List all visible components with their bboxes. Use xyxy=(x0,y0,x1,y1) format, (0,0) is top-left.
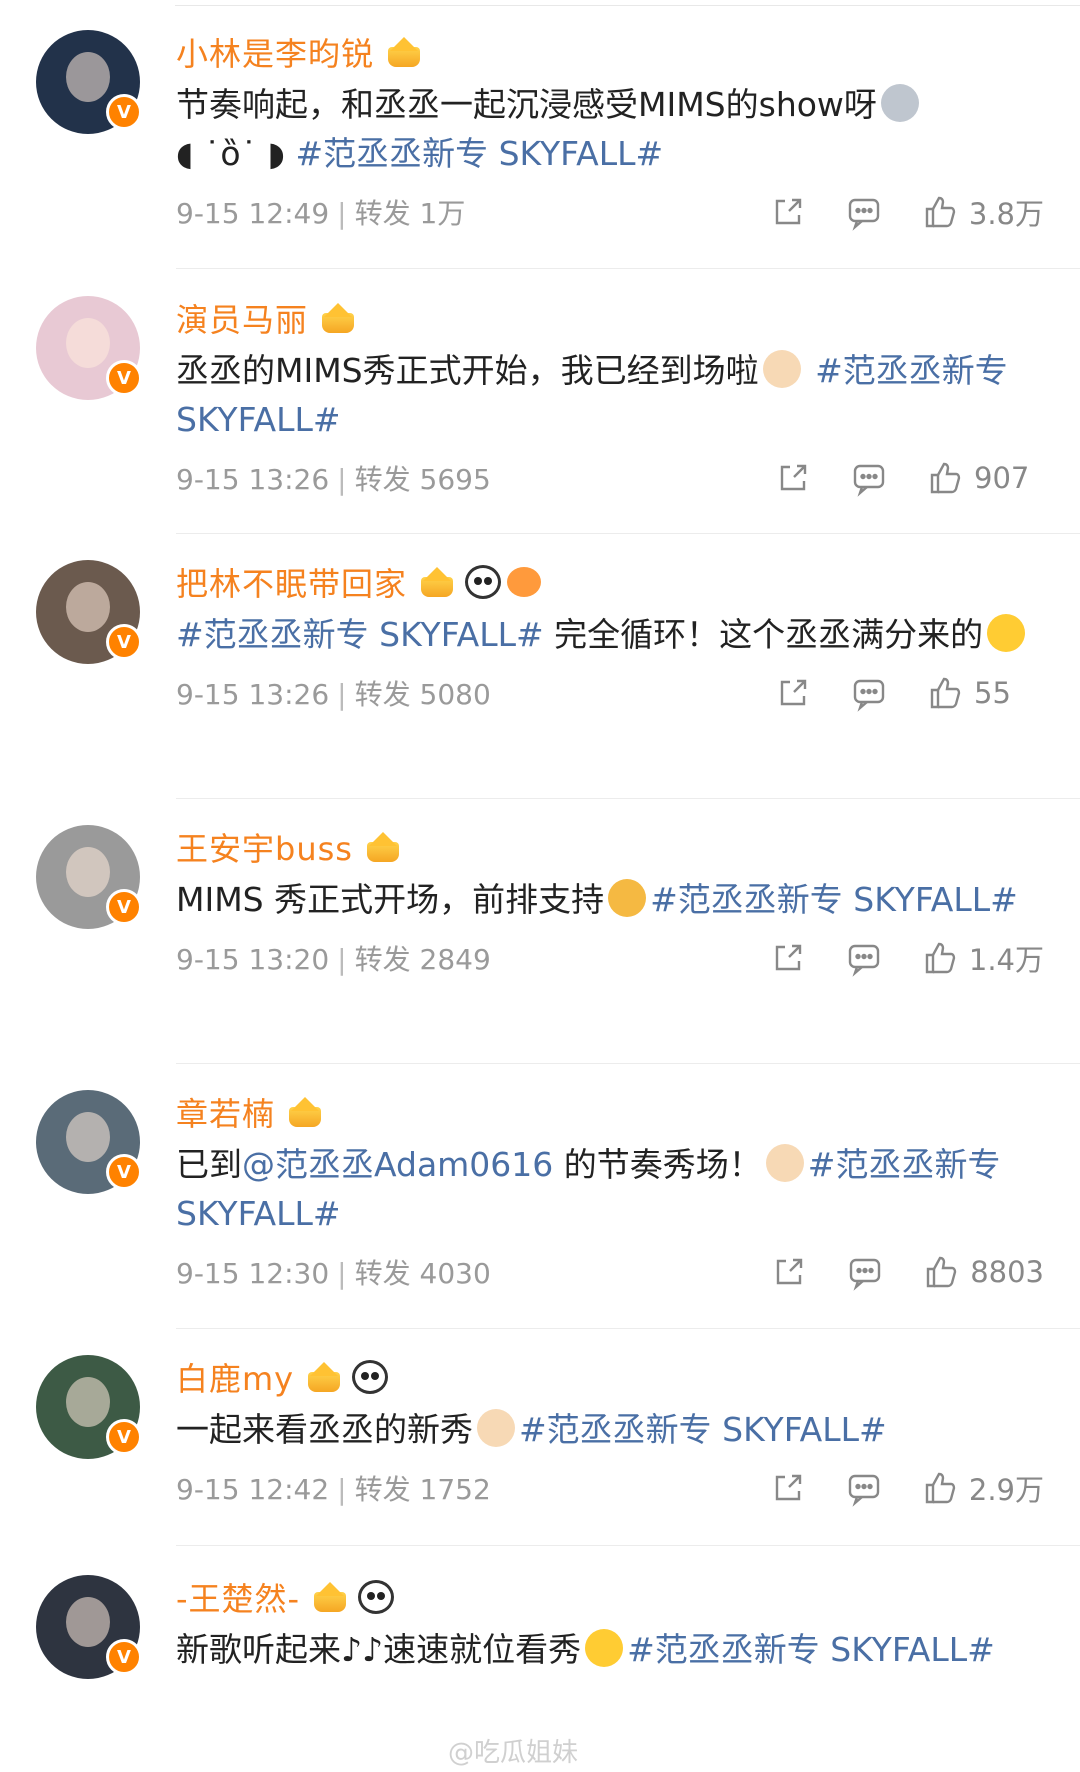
crown-icon xyxy=(304,1360,344,1394)
sunglasses-face-icon xyxy=(987,614,1026,652)
like-icon[interactable] xyxy=(921,193,959,231)
comment-icon[interactable] xyxy=(850,459,888,497)
verified-badge-icon: V xyxy=(106,1639,142,1675)
post-text: #范丞丞新专 SKYFALL# 完全循环！这个丞丞满分来的 xyxy=(176,610,1044,659)
post-card[interactable]: V 白鹿my 一起来看丞丞的新秀 #范丞丞新专 SKYFALL# 9-15 12:… xyxy=(0,1325,1080,1540)
crown-icon xyxy=(310,1580,350,1614)
post-card[interactable]: V 章若楠 已到@范丞丞Adam0616 的节奏秀场！ #范丞丞新专 SKYFAL… xyxy=(0,1060,1080,1325)
avatar[interactable]: V xyxy=(36,1575,142,1679)
post-text: 节奏响起，和丞丞一起沉浸感受MIMS的show呀 ◖ ˙ȍ˙ ◗ #范丞丞新专 … xyxy=(176,80,1044,178)
avatar[interactable]: V xyxy=(36,560,142,664)
verified-badge-icon: V xyxy=(106,889,142,925)
victory-hand-icon xyxy=(762,350,801,388)
post-meta: 9-15 12:30 | 转发 4030 xyxy=(176,1257,491,1290)
post-text: 一起来看丞丞的新秀 #范丞丞新专 SKYFALL# xyxy=(176,1409,887,1449)
hashtag-link[interactable]: #范丞丞新专 SKYFALL# xyxy=(627,1630,995,1669)
post-card[interactable]: V 把林不眠带回家 #范丞丞新专 SKYFALL# 完全循环！这个丞丞满分来的 … xyxy=(0,530,1080,795)
post-card[interactable]: V 王安宇buss MIMS 秀正式开场，前排支持 #范丞丞新专 SKYFALL#… xyxy=(0,795,1080,1060)
username[interactable]: 演员马丽 xyxy=(176,295,308,341)
comment-icon[interactable] xyxy=(845,193,883,231)
verified-badge-icon: V xyxy=(106,360,142,396)
watermark: @吃瓜姐妹 xyxy=(448,1738,579,1768)
like-icon[interactable] xyxy=(926,674,964,712)
like-icon[interactable] xyxy=(922,1253,960,1291)
post-meta: 9-15 12:42 | 转发 1752 xyxy=(176,1473,491,1506)
post-text: 丞丞的MIMS秀正式开始，我已经到场啦 #范丞丞新专 SKYFALL# xyxy=(176,350,1008,439)
username[interactable]: 王安宇buss xyxy=(176,824,353,870)
username[interactable]: 小林是李昀锐 xyxy=(176,29,374,75)
crown-icon xyxy=(417,565,457,599)
avatar[interactable]: V xyxy=(36,1355,142,1459)
like-count: 2.9万 xyxy=(968,1473,1044,1507)
share-icon[interactable] xyxy=(774,459,812,497)
post-meta: 9-15 13:26 | 转发 5695 xyxy=(176,463,491,496)
comment-icon[interactable] xyxy=(845,1469,883,1507)
share-icon[interactable] xyxy=(769,939,807,977)
verified-badge-icon: V xyxy=(106,1419,142,1455)
like-count: 1.4万 xyxy=(968,943,1044,977)
avatar[interactable]: V xyxy=(36,30,142,134)
rock-hand-icon xyxy=(477,1409,515,1447)
avatar[interactable]: V xyxy=(36,1090,142,1194)
like-icon[interactable] xyxy=(926,459,964,497)
panda-icon xyxy=(352,1360,389,1394)
username[interactable]: 把林不眠带回家 xyxy=(176,559,407,605)
hashtag-link[interactable]: #范丞丞新专 SKYFALL# xyxy=(295,134,663,173)
avatar[interactable]: V xyxy=(36,296,142,400)
share-icon[interactable] xyxy=(769,1469,807,1507)
victory-hand-icon xyxy=(765,1144,804,1182)
like-count: 8803 xyxy=(970,1255,1044,1289)
share-icon[interactable] xyxy=(774,674,812,712)
fist-icon xyxy=(608,879,647,917)
like-count: 3.8万 xyxy=(968,197,1044,231)
post-meta: 9-15 13:20 | 转发 2849 xyxy=(176,943,491,976)
comment-icon[interactable] xyxy=(850,674,888,712)
panda-icon xyxy=(465,565,502,599)
post-text: 新歌听起来♪♪速速就位看秀 #范丞丞新专 SKYFALL# xyxy=(176,1629,995,1669)
hashtag-link[interactable]: #范丞丞新专 SKYFALL# xyxy=(650,880,1018,919)
party-face-icon xyxy=(585,1629,624,1667)
panda-icon xyxy=(358,1580,395,1614)
post-text: 已到@范丞丞Adam0616 的节奏秀场！ #范丞丞新专 SKYFALL# xyxy=(176,1144,1001,1233)
verified-badge-icon: V xyxy=(106,94,142,130)
comment-icon[interactable] xyxy=(846,1253,884,1291)
share-icon[interactable] xyxy=(769,193,807,231)
crown-icon xyxy=(318,301,358,335)
post-meta: 9-15 12:49 | 转发 1万 xyxy=(176,197,466,230)
post-meta: 9-15 13:26 | 转发 5080 xyxy=(176,678,491,711)
crown-icon xyxy=(285,1095,325,1129)
like-icon[interactable] xyxy=(921,1469,959,1507)
verified-badge-icon: V xyxy=(106,624,142,660)
like-icon[interactable] xyxy=(921,939,959,977)
post-text: MIMS 秀正式开场，前排支持 #范丞丞新专 SKYFALL# xyxy=(176,879,1018,919)
comment-icon[interactable] xyxy=(845,939,883,977)
username[interactable]: 章若楠 xyxy=(176,1089,275,1135)
username[interactable]: 白鹿my xyxy=(176,1354,294,1400)
post-card[interactable]: V 小林是李昀锐 节奏响起，和丞丞一起沉浸感受MIMS的show呀 ◖ ˙ȍ˙ … xyxy=(0,0,1080,245)
username[interactable]: -王楚然- xyxy=(176,1574,300,1620)
share-icon[interactable] xyxy=(770,1253,808,1291)
hashtag-link[interactable]: #范丞丞新专 SKYFALL# xyxy=(176,615,544,654)
avatar[interactable]: V xyxy=(36,825,142,929)
crown-icon xyxy=(363,830,403,864)
like-count: 55 xyxy=(974,676,1011,710)
verified-badge-icon: V xyxy=(106,1154,142,1190)
post-card[interactable]: V 演员马丽 丞丞的MIMS秀正式开始，我已经到场啦 #范丞丞新专 SKYFAL… xyxy=(0,266,1080,531)
like-count: 907 xyxy=(974,461,1030,495)
hashtag-link[interactable]: #范丞丞新专 SKYFALL# xyxy=(519,1410,887,1449)
crown-icon xyxy=(384,35,424,69)
disco-ball-icon xyxy=(880,84,919,122)
mention-link[interactable]: @范丞丞Adam0616 xyxy=(242,1145,553,1184)
pufferfish-icon xyxy=(507,567,542,597)
